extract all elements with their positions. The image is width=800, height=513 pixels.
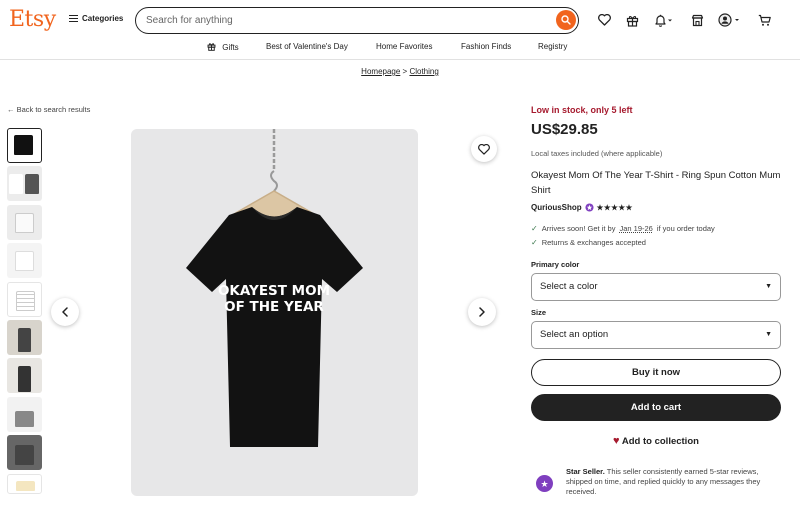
heart-icon	[478, 143, 490, 155]
add-to-collection-button[interactable]: ♥ Add to collection	[531, 435, 781, 447]
thumbnail[interactable]	[7, 204, 42, 240]
rating-stars[interactable]: ★★★★★	[597, 203, 633, 212]
search-bar	[135, 7, 579, 34]
breadcrumb-clothing[interactable]: Clothing	[409, 67, 438, 76]
thumbnail[interactable]	[7, 358, 42, 394]
product-photo: OKAYEST MOM OF THE YEAR	[186, 129, 363, 447]
shop-info: QuriousShop ★★★★★	[531, 203, 633, 212]
thumbnail[interactable]	[7, 166, 42, 202]
arrival-dates[interactable]: Jan 19-26	[619, 224, 652, 233]
chevron-left-icon	[62, 307, 68, 317]
search-input[interactable]	[146, 13, 546, 28]
color-label: Primary color	[531, 260, 580, 269]
shirt-print-line1: OKAYEST MOM	[218, 283, 330, 299]
color-select[interactable]: Select a color ▼	[531, 273, 781, 301]
favorite-button[interactable]	[471, 136, 497, 162]
cart-icon[interactable]	[756, 12, 772, 28]
search-button[interactable]	[556, 10, 576, 30]
breadcrumb: Homepage > Clothing	[0, 67, 800, 76]
account-avatar-icon[interactable]	[717, 12, 743, 28]
chevron-right-icon	[479, 307, 485, 317]
back-to-search-link[interactable]: ← Back to search results	[7, 105, 90, 114]
previous-image-button[interactable]	[51, 298, 79, 326]
thumbnail[interactable]	[7, 243, 42, 279]
thumbnail[interactable]	[7, 128, 42, 163]
shop-manager-icon[interactable]	[689, 12, 705, 28]
category-nav: Gifts Best of Valentine's Day Home Favor…	[0, 40, 800, 57]
tax-note: Local taxes included (where applicable)	[531, 149, 663, 158]
thumbnail[interactable]	[7, 473, 42, 494]
nav-item-fashion-finds[interactable]: Fashion Finds	[461, 42, 511, 51]
heart-filled-icon: ♥	[613, 435, 620, 447]
shop-name-link[interactable]: QuriousShop	[531, 203, 582, 212]
main-product-image[interactable]: OKAYEST MOM OF THE YEAR	[131, 129, 418, 496]
size-select[interactable]: Select an option ▼	[531, 321, 781, 349]
star-seller-title: Star Seller.	[566, 467, 605, 476]
nav-item-valentines[interactable]: Best of Valentine's Day	[266, 42, 348, 51]
notifications-bell-icon[interactable]	[653, 12, 675, 28]
thumbnail[interactable]	[7, 319, 42, 355]
nav-item-home-favorites[interactable]: Home Favorites	[376, 42, 432, 51]
arrow-left-icon: ←	[7, 105, 15, 114]
breadcrumb-homepage[interactable]: Homepage	[361, 67, 400, 76]
size-label: Size	[531, 308, 547, 317]
product-title: Okayest Mom Of The Year T-Shirt - Ring S…	[531, 170, 781, 196]
buy-now-button[interactable]: Buy it now	[531, 359, 781, 386]
search-icon	[561, 15, 571, 25]
caret-down-icon: ▼	[765, 283, 772, 290]
header: Etsy Categories	[0, 0, 800, 40]
menu-icon	[69, 15, 78, 22]
categories-label: Categories	[82, 14, 124, 23]
add-to-cart-button[interactable]: Add to cart	[531, 394, 781, 421]
categories-button[interactable]: Categories	[69, 14, 123, 23]
next-image-button[interactable]	[468, 298, 496, 326]
header-divider	[0, 59, 800, 60]
thumbnail-strip	[7, 128, 42, 497]
nav-item-registry[interactable]: Registry	[538, 42, 567, 51]
star-seller-icon: ★	[536, 475, 553, 492]
etsy-logo[interactable]: Etsy	[9, 7, 56, 32]
breadcrumb-separator: >	[402, 67, 408, 76]
star-seller-badge-icon	[585, 203, 594, 212]
thumbnail[interactable]	[7, 396, 42, 432]
thumbnail[interactable]	[7, 281, 42, 317]
arrival-info: ✓ Arrives soon! Get it by Jan 19-26 if y…	[531, 224, 715, 233]
gift-icon[interactable]	[624, 12, 640, 28]
returns-info: ✓ Returns & exchanges accepted	[531, 238, 646, 247]
favorites-heart-icon[interactable]	[596, 12, 612, 28]
thumbnail[interactable]	[7, 435, 42, 471]
check-icon: ✓	[531, 224, 538, 233]
check-icon: ✓	[531, 238, 538, 247]
nav-item-gifts[interactable]: Gifts	[207, 42, 239, 52]
gift-icon	[207, 43, 216, 51]
caret-down-icon: ▼	[765, 331, 772, 338]
price: US$29.85	[531, 121, 598, 138]
shirt-print-line2: OF THE YEAR	[224, 299, 324, 315]
stock-notice: Low in stock, only 5 left	[531, 105, 633, 115]
